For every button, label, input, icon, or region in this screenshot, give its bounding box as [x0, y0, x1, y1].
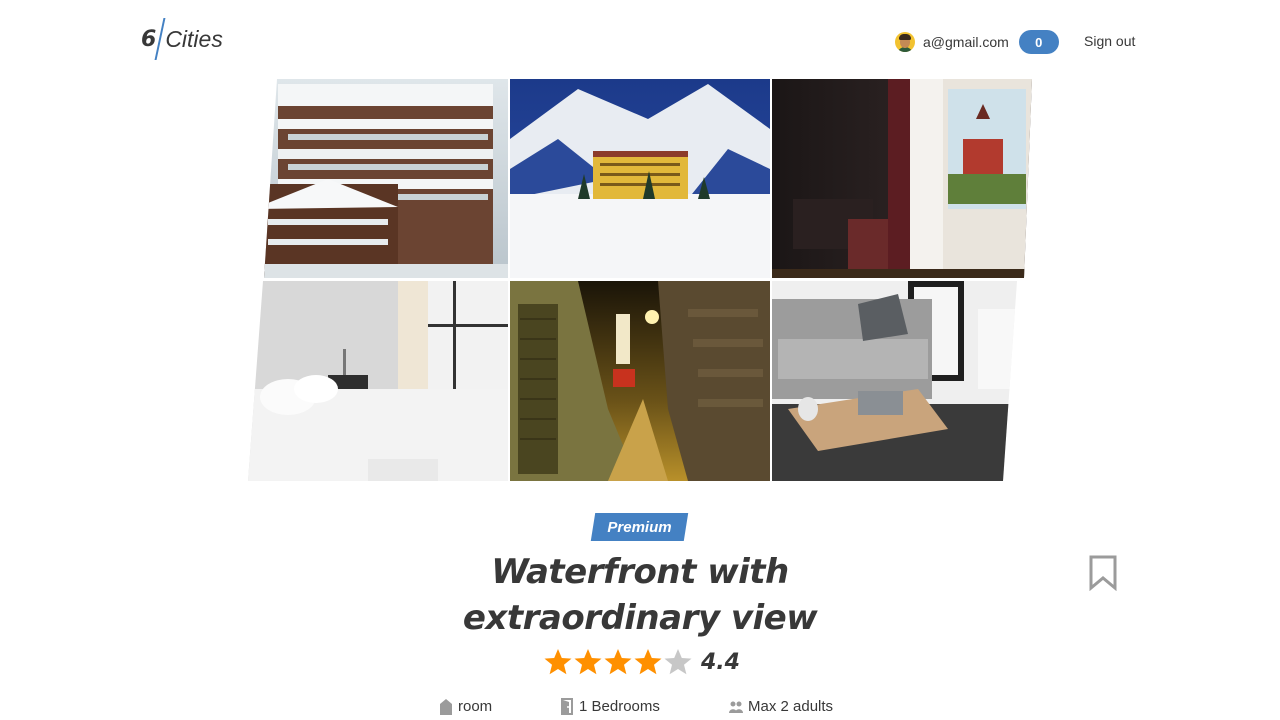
user-email: a@gmail.com	[923, 34, 1009, 50]
offer-features: room 1 Bedrooms Max 2 adults	[0, 698, 1280, 720]
offer-title: Waterfront with extraordinary view	[390, 549, 890, 641]
premium-label: Premium	[607, 518, 672, 536]
feature-bedrooms-label: 1 Bedrooms	[579, 698, 660, 715]
feature-bedrooms: 1 Bedrooms	[560, 698, 660, 715]
feature-adults-label: Max 2 adults	[748, 698, 834, 715]
rating-stars	[543, 648, 693, 676]
offer-title-line1: Waterfront with	[491, 552, 789, 592]
sign-out-link[interactable]: Sign out	[1084, 33, 1135, 49]
bookmark-icon	[1089, 555, 1117, 592]
avatar	[895, 32, 915, 52]
people-icon	[729, 701, 743, 713]
hotel-alley-night-photo	[510, 281, 770, 481]
hotel-room-window-view-photo	[772, 79, 1032, 278]
star-icon	[574, 649, 602, 675]
site-header: 6 Cities a@gmail.com 0 Sign out	[0, 0, 1280, 80]
door-icon	[561, 698, 573, 715]
star-icon	[634, 649, 662, 675]
logo-number: 6	[141, 26, 157, 52]
star-icon	[544, 649, 572, 675]
feature-adults: Max 2 adults	[729, 698, 833, 715]
logo-divider	[154, 18, 166, 60]
premium-badge: Premium	[590, 513, 689, 541]
user-profile-link[interactable]: a@gmail.com 0	[895, 30, 1059, 54]
feature-type: room	[439, 698, 492, 715]
favorites-count-badge: 0	[1018, 30, 1059, 54]
house-icon	[440, 698, 452, 715]
living-room-sofa-photo	[772, 281, 1017, 481]
star-icon	[604, 649, 632, 675]
rating-value: 4.4	[701, 649, 740, 675]
bookmark-button[interactable]	[1086, 555, 1120, 592]
offer-title-line2: extraordinary view	[462, 598, 818, 638]
snowy-chalet-hotel-photo	[264, 79, 508, 278]
star-icon	[664, 649, 692, 675]
white-bedroom-photo	[248, 281, 508, 481]
logo-link[interactable]: 6 Cities	[141, 18, 223, 60]
logo-text: Cities	[165, 25, 223, 52]
gallery-grid	[248, 79, 1032, 481]
offer-gallery	[248, 79, 1032, 481]
mountain-lake-hotel-photo	[510, 79, 770, 278]
feature-type-label: room	[458, 698, 493, 715]
offer-rating: 4.4	[543, 647, 740, 677]
